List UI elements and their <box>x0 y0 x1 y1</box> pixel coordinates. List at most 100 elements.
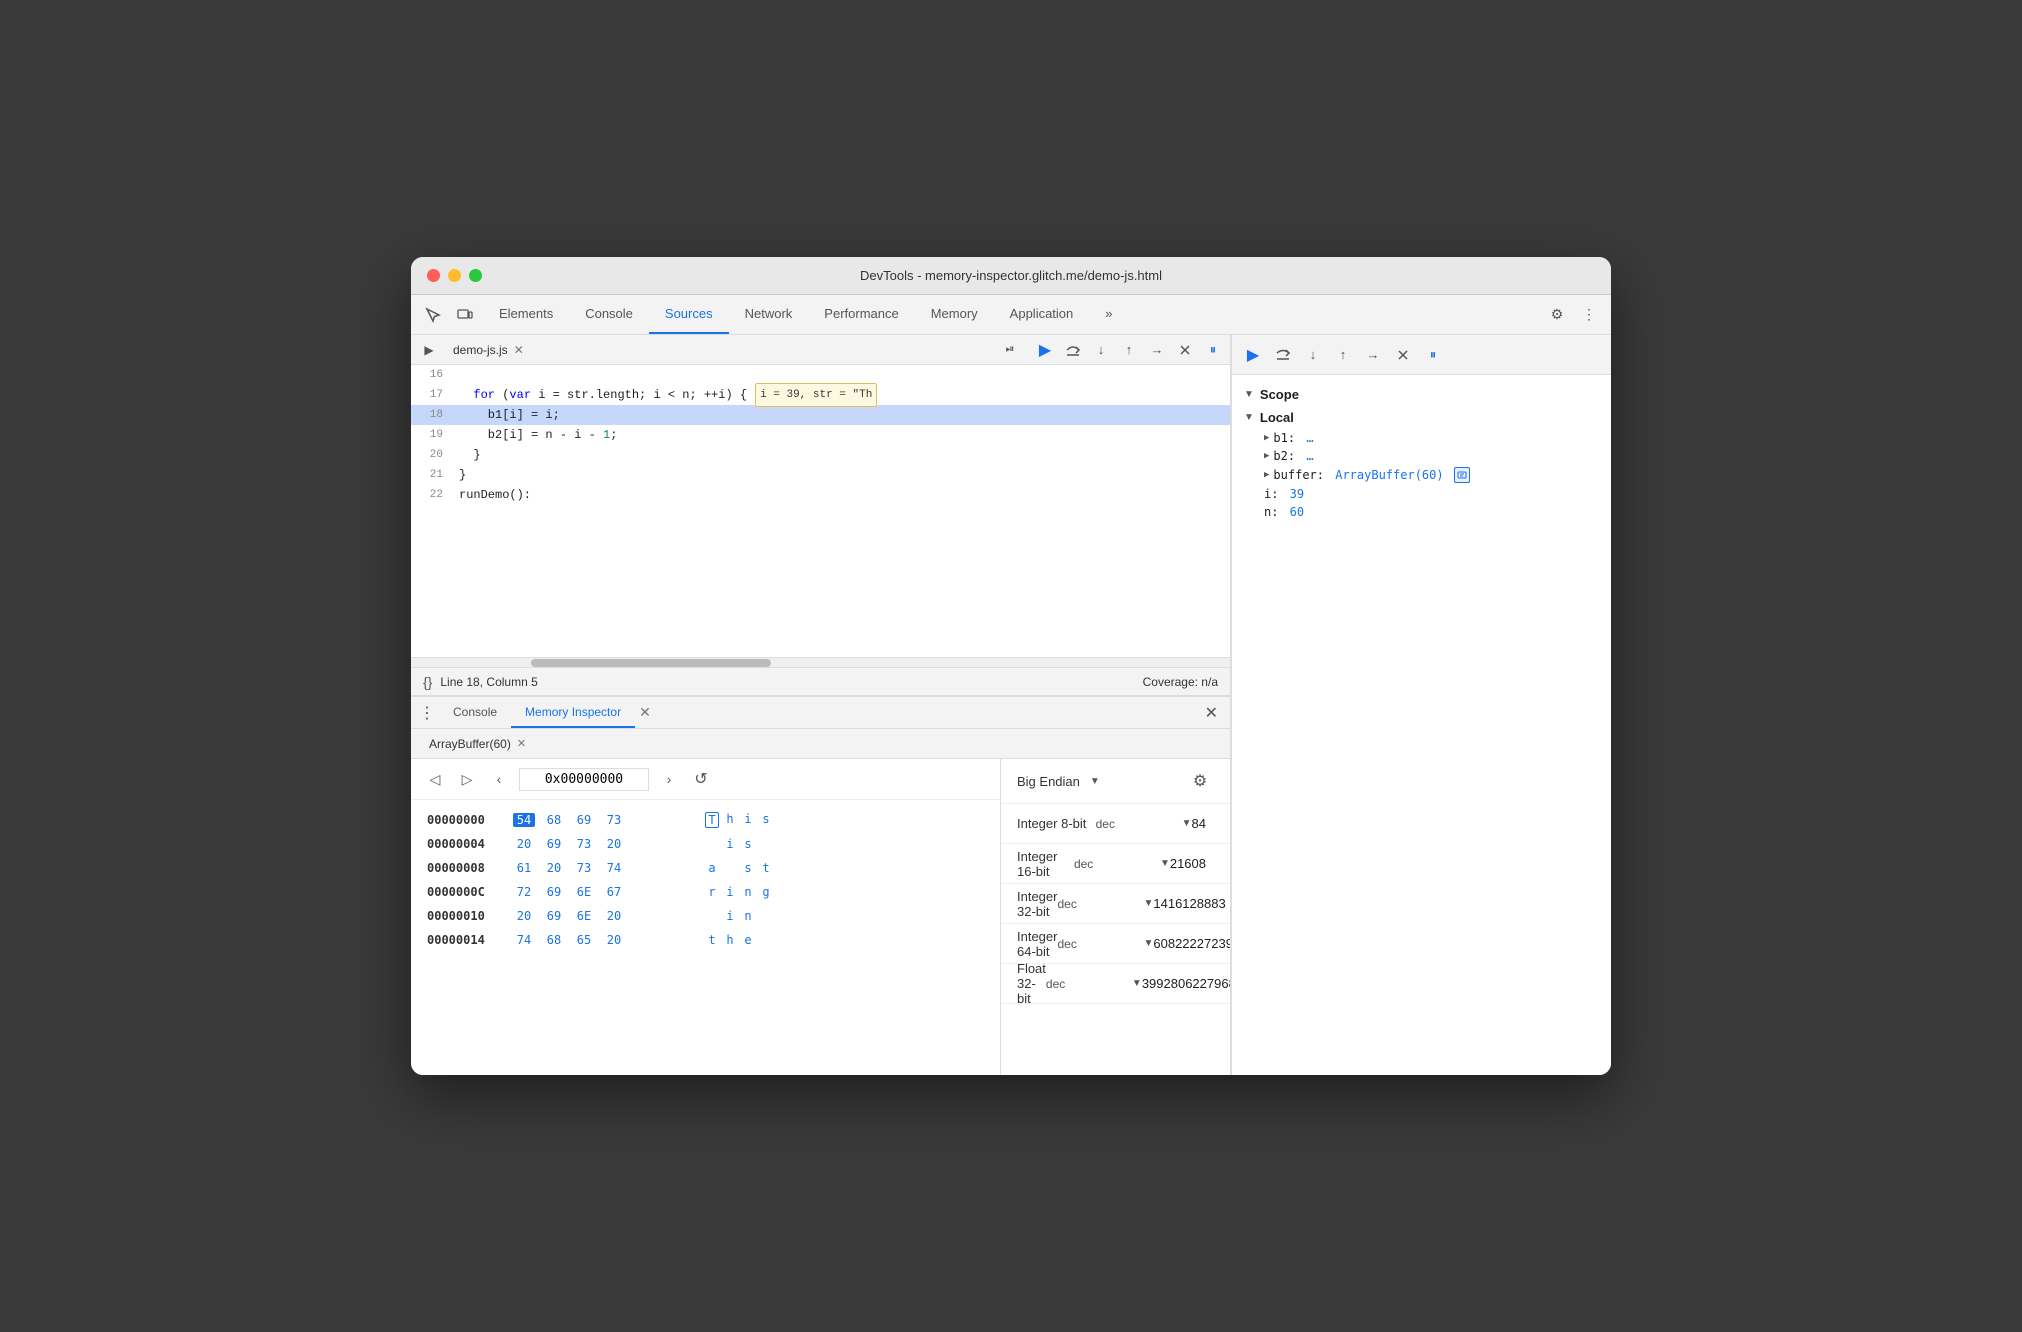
deactivate-breakpoints-icon[interactable] <box>1172 337 1198 363</box>
hex-char-5-0[interactable]: t <box>705 933 719 947</box>
hex-char-2-2[interactable]: s <box>741 861 755 875</box>
arraybuffer-close-icon[interactable]: ✕ <box>517 737 526 750</box>
hex-byte-1-2[interactable]: 73 <box>573 837 595 851</box>
maximize-button[interactable] <box>469 269 482 282</box>
settings-icon[interactable]: ⚙ <box>1543 301 1571 329</box>
hex-char-0-0[interactable]: T <box>705 812 719 828</box>
tab-memory[interactable]: Memory <box>915 295 994 334</box>
hex-char-4-2[interactable]: n <box>741 909 755 923</box>
tab-console-bottom[interactable]: Console <box>439 697 511 728</box>
breakpoints-icon[interactable]: ⏯ <box>996 336 1024 364</box>
hex-byte-0-2[interactable]: 69 <box>573 813 595 827</box>
minimize-button[interactable] <box>448 269 461 282</box>
step-over-debug-icon[interactable] <box>1270 342 1296 368</box>
tab-elements[interactable]: Elements <box>483 295 569 334</box>
hex-byte-4-0[interactable]: 20 <box>513 909 535 923</box>
hex-char-5-3[interactable] <box>759 933 773 947</box>
inspect-icon[interactable] <box>419 301 447 329</box>
hex-byte-3-0[interactable]: 72 <box>513 885 535 899</box>
scope-item-b2[interactable]: ▶ b2: … <box>1232 447 1611 465</box>
hex-char-4-0[interactable] <box>705 909 719 923</box>
ri-enc-int8[interactable]: dec ▼ <box>1096 817 1192 831</box>
ri-enc-float32[interactable]: dec ▼ <box>1046 977 1142 991</box>
step-icon[interactable]: → <box>1144 337 1170 363</box>
hex-refresh-btn[interactable]: ↺ <box>689 767 713 791</box>
tab-network[interactable]: Network <box>729 295 809 334</box>
tab-more[interactable]: » <box>1089 295 1128 334</box>
hex-char-3-0[interactable]: r <box>705 885 719 899</box>
hex-back-btn[interactable]: ◁ <box>423 767 447 791</box>
hex-byte-2-3[interactable]: 74 <box>603 861 625 875</box>
scope-item-b1[interactable]: ▶ b1: … <box>1232 429 1611 447</box>
hex-char-5-2[interactable]: e <box>741 933 755 947</box>
hex-char-3-3[interactable]: g <box>759 885 773 899</box>
hex-byte-1-3[interactable]: 20 <box>603 837 625 851</box>
inspector-settings-icon[interactable]: ⚙ <box>1186 767 1214 795</box>
hex-char-2-0[interactable]: a <box>705 861 719 875</box>
step-into-debug-icon[interactable]: ↓ <box>1300 342 1326 368</box>
hex-char-4-3[interactable] <box>759 909 773 923</box>
format-icon[interactable]: {} <box>423 674 432 690</box>
hex-byte-3-3[interactable]: 67 <box>603 885 625 899</box>
hex-forward-btn[interactable]: ▷ <box>455 767 479 791</box>
hex-char-1-0[interactable] <box>705 837 719 851</box>
hex-char-4-1[interactable]: i <box>723 909 737 923</box>
file-tree-icon[interactable]: ▶ <box>415 336 443 364</box>
tab-memory-inspector[interactable]: Memory Inspector <box>511 697 635 728</box>
memory-inspector-close-btn[interactable]: ✕ <box>635 704 655 721</box>
pause-icon[interactable]: ⏸ <box>1200 337 1226 363</box>
pause-debug-icon[interactable]: ⏸ <box>1420 342 1446 368</box>
scope-section-header[interactable]: ▼ Scope <box>1232 383 1611 406</box>
hex-char-3-1[interactable]: i <box>723 885 737 899</box>
resume-debug-icon[interactable]: ▶ <box>1240 342 1266 368</box>
hex-next-btn[interactable]: › <box>657 767 681 791</box>
bottom-tab-more[interactable]: ⋮ <box>415 701 439 725</box>
open-memory-inspector-icon[interactable] <box>1454 467 1470 483</box>
resume-icon[interactable]: ▶ <box>1032 337 1058 363</box>
step-into-icon[interactable]: ↓ <box>1088 337 1114 363</box>
step-out-debug-icon[interactable]: ↑ <box>1330 342 1356 368</box>
hex-char-2-3[interactable]: t <box>759 861 773 875</box>
hex-byte-4-3[interactable]: 20 <box>603 909 625 923</box>
tab-sources[interactable]: Sources <box>649 295 729 334</box>
arraybuffer-tab[interactable]: ArrayBuffer(60) ✕ <box>419 737 536 751</box>
hex-byte-2-0[interactable]: 61 <box>513 861 535 875</box>
hex-byte-5-0[interactable]: 74 <box>513 933 535 947</box>
hex-char-3-2[interactable]: n <box>741 885 755 899</box>
close-button[interactable] <box>427 269 440 282</box>
hex-char-1-3[interactable] <box>759 837 773 851</box>
endian-dropdown-arrow[interactable]: ▼ <box>1090 776 1100 787</box>
hex-byte-0-3[interactable]: 73 <box>603 813 625 827</box>
ri-enc-int64[interactable]: dec ▼ <box>1057 937 1153 951</box>
step-over-icon[interactable] <box>1060 337 1086 363</box>
hex-byte-2-1[interactable]: 20 <box>543 861 565 875</box>
ri-enc-int16[interactable]: dec ▼ <box>1074 857 1170 871</box>
hex-byte-5-3[interactable]: 20 <box>603 933 625 947</box>
hex-char-2-1[interactable] <box>723 861 737 875</box>
local-scope-header[interactable]: ▼ Local <box>1232 406 1611 429</box>
file-tab[interactable]: demo-js.js ✕ <box>443 335 534 364</box>
bottom-panel-close-btn[interactable]: ✕ <box>1197 703 1226 723</box>
file-close-icon[interactable]: ✕ <box>514 343 524 357</box>
device-toggle-icon[interactable] <box>451 301 479 329</box>
hex-byte-1-0[interactable]: 20 <box>513 837 535 851</box>
scope-item-buffer[interactable]: ▶ buffer: ArrayBuffer(60) <box>1232 465 1611 485</box>
hex-address-input[interactable] <box>519 768 649 791</box>
tab-application[interactable]: Application <box>994 295 1090 334</box>
hex-char-0-3[interactable]: s <box>759 812 773 828</box>
ri-enc-int32[interactable]: dec ▼ <box>1057 897 1153 911</box>
hex-byte-0-0[interactable]: 54 <box>513 813 535 827</box>
hex-byte-1-1[interactable]: 69 <box>543 837 565 851</box>
hex-byte-4-2[interactable]: 6E <box>573 909 595 923</box>
deactivate-debug-icon[interactable] <box>1390 342 1416 368</box>
hex-byte-3-1[interactable]: 69 <box>543 885 565 899</box>
horizontal-scrollbar[interactable] <box>411 657 1230 667</box>
more-options-icon[interactable]: ⋮ <box>1575 301 1603 329</box>
step-out-icon[interactable]: ↑ <box>1116 337 1142 363</box>
step-debug-icon[interactable]: → <box>1360 342 1386 368</box>
tab-performance[interactable]: Performance <box>808 295 914 334</box>
hex-char-0-2[interactable]: i <box>741 812 755 828</box>
hex-char-1-1[interactable]: i <box>723 837 737 851</box>
hex-char-5-1[interactable]: h <box>723 933 737 947</box>
hex-byte-2-2[interactable]: 73 <box>573 861 595 875</box>
